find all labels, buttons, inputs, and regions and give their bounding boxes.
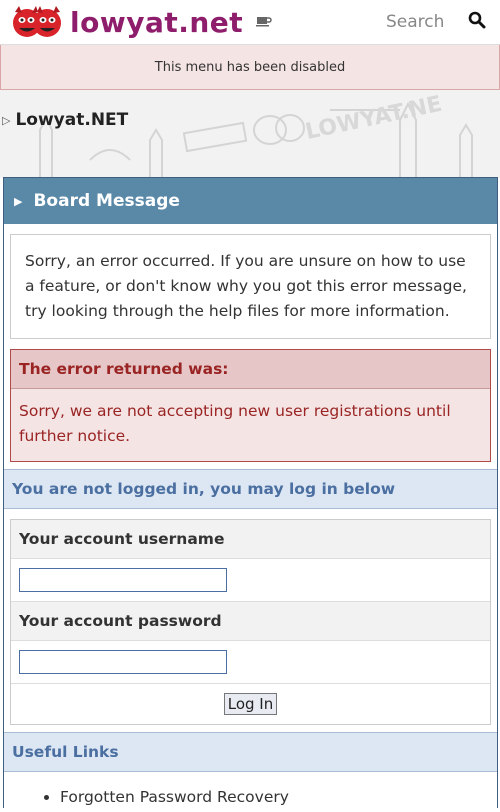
logo-text: lowyat.net [70, 5, 244, 39]
breadcrumb: ▷ Lowyat.NET [2, 110, 128, 130]
useful-link-item[interactable]: Forgotten Password Recovery [60, 788, 497, 806]
log-in-button[interactable]: Log In [223, 693, 278, 715]
board-message-header: ▶ Board Message [4, 178, 497, 224]
menu-disabled-text: This menu has been disabled [154, 59, 346, 75]
username-input[interactable] [19, 568, 227, 592]
banner-pattern-image: LOWYAT.NE [39, 92, 473, 178]
search-input[interactable] [384, 11, 468, 33]
login-form: Your account username Your account passw… [10, 519, 491, 725]
error-returned-title: The error returned was: [11, 350, 490, 389]
menu-disabled-notice: This menu has been disabled [0, 45, 500, 90]
login-button-row: Log In [11, 684, 490, 724]
useful-links-header: Useful Links [4, 732, 497, 772]
password-label: Your account password [11, 602, 490, 641]
password-input[interactable] [19, 650, 227, 674]
triangle-right-icon: ▷ [2, 113, 11, 127]
password-row [11, 641, 490, 684]
svg-text:LOWYAT.NE: LOWYAT.NE [303, 92, 444, 145]
caret-right-icon: ▶ [14, 194, 23, 208]
board-message-panel: ▶ Board Message Sorry, an error occurred… [3, 177, 498, 808]
site-header: lowyat.net [0, 0, 500, 45]
username-row [11, 559, 490, 602]
devil-logo-icon [13, 6, 61, 37]
error-returned-box: The error returned was: Sorry, we are no… [10, 349, 491, 462]
error-info-box: Sorry, an error occurred. If you are uns… [10, 234, 491, 339]
breadcrumb-link-lowyat[interactable]: Lowyat.NET [15, 110, 128, 130]
breadcrumb-banner: LOWYAT.NE ▷ Lowyat.NET [0, 90, 500, 178]
coffee-cup-icon[interactable] [244, 13, 284, 31]
search-icon[interactable] [468, 11, 486, 33]
error-info-text: Sorry, an error occurred. If you are uns… [25, 252, 467, 320]
useful-links-list: Forgotten Password Recovery [4, 788, 497, 806]
forgotten-password-link[interactable]: Forgotten Password Recovery [60, 788, 289, 806]
error-returned-message: Sorry, we are not accepting new user reg… [19, 402, 451, 445]
site-logo[interactable]: lowyat.net [0, 4, 244, 40]
search-bar [284, 11, 500, 33]
login-section-header: You are not logged in, you may log in be… [4, 469, 497, 509]
board-message-title: Board Message [33, 191, 180, 211]
username-label: Your account username [11, 520, 490, 559]
